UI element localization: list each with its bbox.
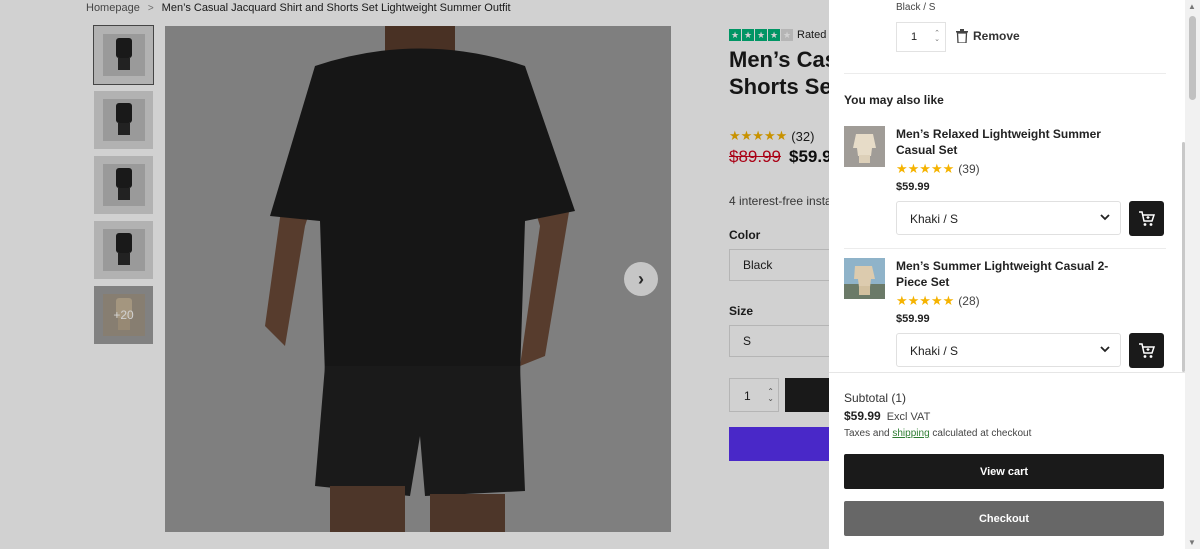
- checkout-button[interactable]: Checkout: [844, 501, 1164, 536]
- recommendation-price: $59.99: [896, 313, 930, 325]
- cart-drawer-scroll-area: Black / S 1 ⌃⌄ Remove You may also like: [829, 0, 1185, 372]
- recommendation-review-count: (28): [958, 294, 980, 308]
- shipping-link[interactable]: shipping: [892, 428, 929, 439]
- trash-icon: [956, 29, 968, 43]
- recommendation-rating: ★★★★★ (39): [896, 161, 980, 177]
- recommendation-rating: ★★★★★ (28): [896, 293, 980, 309]
- divider: [829, 372, 1185, 373]
- page-dim-overlay[interactable]: [0, 0, 829, 549]
- tax-note: Taxes and shipping calculated at checkou…: [844, 428, 1031, 439]
- view-cart-button[interactable]: View cart: [844, 454, 1164, 489]
- chevron-down-icon: [1100, 214, 1110, 221]
- cart-item-variant: Black / S: [896, 2, 936, 13]
- recommendation-variant-select[interactable]: Khaki / S: [896, 201, 1121, 235]
- scroll-up-arrow-icon[interactable]: ▲: [1188, 2, 1196, 11]
- recommendation-item: Men’s Relaxed Lightweight Summer Casual …: [844, 126, 1166, 238]
- chevron-down-icon: [1100, 346, 1110, 353]
- variant-select-value: Khaki / S: [910, 212, 959, 226]
- page-scrollbar-thumb[interactable]: [1189, 16, 1196, 100]
- cart-icon: [1138, 210, 1155, 226]
- cart-drawer: Black / S 1 ⌃⌄ Remove You may also like: [829, 0, 1185, 549]
- page-scrollbar[interactable]: ▲ ▼: [1185, 0, 1200, 549]
- variant-select-value: Khaki / S: [910, 344, 959, 358]
- vat-label: Excl VAT: [886, 411, 931, 423]
- stepper-arrows-icon[interactable]: ⌃ ⌄: [934, 30, 940, 43]
- product-thumbnail: [844, 126, 885, 167]
- recommendation-item: Men’s Summer Lightweight Casual 2-Piece …: [844, 258, 1166, 370]
- subtotal-row: $59.99 Excl VAT: [844, 409, 930, 423]
- recommendation-image[interactable]: [844, 126, 885, 167]
- cart-item-quantity: 1: [911, 31, 918, 43]
- star-rating-icon: ★★★★★: [896, 293, 955, 308]
- product-thumbnail: [844, 258, 885, 299]
- recommendation-price: $59.99: [896, 181, 930, 193]
- recommendation-review-count: (39): [958, 162, 980, 176]
- recommendation-name[interactable]: Men’s Relaxed Lightweight Summer Casual …: [896, 126, 1121, 158]
- subtotal-amount: $59.99: [844, 409, 881, 423]
- tax-note-prefix: Taxes and: [844, 428, 890, 439]
- star-rating-icon: ★★★★★: [896, 161, 955, 176]
- scroll-down-arrow-icon[interactable]: ▼: [1188, 538, 1196, 547]
- recommendation-variant-select[interactable]: Khaki / S: [896, 333, 1121, 367]
- subtotal-label: Subtotal (1): [844, 391, 907, 405]
- remove-item-button[interactable]: Remove: [956, 29, 1020, 43]
- divider: [844, 248, 1166, 249]
- add-to-cart-button[interactable]: [1129, 201, 1164, 236]
- tax-note-suffix: calculated at checkout: [932, 428, 1032, 439]
- remove-label: Remove: [973, 29, 1020, 43]
- cart-item-quantity-stepper[interactable]: 1 ⌃ ⌄: [896, 22, 946, 52]
- add-to-cart-button[interactable]: [1129, 333, 1164, 368]
- cart-icon: [1138, 342, 1155, 358]
- you-may-also-like-title: You may also like: [844, 93, 944, 107]
- recommendation-image[interactable]: [844, 258, 885, 299]
- divider: [844, 73, 1166, 74]
- recommendation-name[interactable]: Men’s Summer Lightweight Casual 2-Piece …: [896, 258, 1121, 290]
